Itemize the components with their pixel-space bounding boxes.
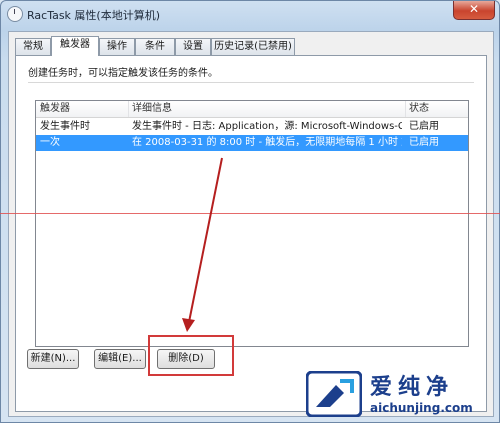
watermark-url: aichunjing.com — [370, 401, 473, 415]
annotation-arrow — [182, 157, 223, 332]
watermark-logo-icon — [306, 371, 362, 417]
watermark-text: 爱纯净 — [370, 375, 455, 400]
tab-triggers[interactable]: 触发器 — [51, 36, 99, 56]
delete-highlight-box — [148, 335, 234, 376]
watermark: 爱纯净 aichunjing.com — [304, 369, 500, 423]
